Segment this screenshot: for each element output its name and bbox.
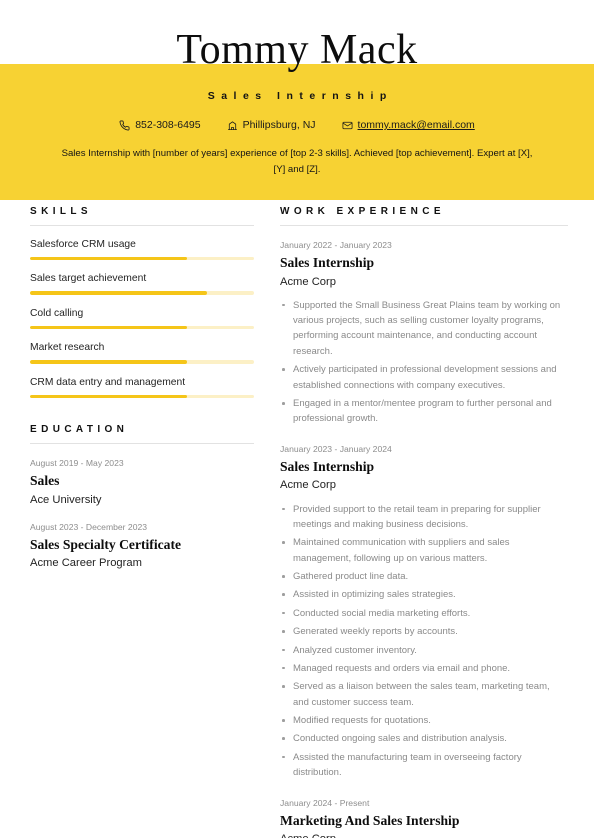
entry-title: Sales [30,472,60,488]
education-heading: EDUCATION [30,424,254,444]
entry-org: Acme Career Program [30,557,142,570]
entry-dates: August 2019 - May 2023 [30,457,124,468]
skills-heading: SKILLS [30,206,254,226]
education-list: August 2019 - May 2023 Sales Ace Universit… [30,444,254,572]
page-title: Tommy Mack [176,27,418,73]
work-bullet: Modified requests for quotations. [280,713,568,728]
work-bullet: Supported the Small Business Great Plain… [280,298,568,360]
entry-dates: January 2023 - January 2024 [280,443,392,454]
skill-item: Market research [30,329,254,364]
skill-item: Salesforce CRM usage [30,226,254,261]
skill-bar-track [30,256,254,261]
skill-bar-fill [30,360,187,364]
work-bullet-list: Supported the Small Business Great Plain… [280,298,568,427]
work-entry: January 2022 - January 2023 Sales Interns… [280,226,568,427]
entry-title: Sales Internship [280,254,375,270]
contact-email-label[interactable]: tommy.mack@email.com [358,119,475,131]
skill-name: Cold calling [30,307,84,319]
education-entry: August 2019 - May 2023 Sales Ace Universit… [30,444,254,508]
header-summary: Sales Internship with [number of years] … [61,148,533,176]
contact-row: 852-308-6495 Phillipsburg, NJ tommy.mack… [0,119,594,131]
entry-org: Acme Corp [280,479,336,492]
left-column: SKILLS Salesforce CRM usage Sales target … [30,206,254,572]
work-bullet: Actively participated in professional de… [280,362,568,393]
education-section: EDUCATION August 2019 - May 2023 Sales Ace… [30,424,254,572]
entry-title: Sales Internship [280,458,375,474]
skill-bar-track [30,325,254,330]
entry-org: Acme Corp [280,275,336,288]
entry-dates: August 2023 - December 2023 [30,521,148,532]
entry-dates: January 2022 - January 2023 [280,239,392,250]
skill-item: CRM data entry and management [30,364,254,398]
contact-location-label: Phillipsburg, NJ [242,119,316,132]
work-bullet: Assisted in optimizing sales strategies. [280,587,568,602]
header-job-title: Sales Internship [207,90,393,103]
work-bullet: Generated weekly reports by accounts. [280,624,568,639]
education-entry: August 2023 - December 2023 Sales Special… [30,508,254,572]
work-entry: January 2024 - Present Marketing And Sale… [280,784,568,838]
entry-org: Acme Corp [280,832,568,838]
skill-bar-track [30,360,254,364]
skill-bar-fill [30,256,187,261]
skills-list: Salesforce CRM usage Sales target achieve… [30,226,254,398]
skill-bar-fill [30,325,187,330]
location-icon [227,120,238,131]
skill-bar-fill [30,394,187,398]
resume-body: SKILLS Salesforce CRM usage Sales target … [0,178,594,838]
work-bullet: Conducted social media marketing efforts… [280,606,568,621]
email-icon [342,120,353,131]
contact-email[interactable]: tommy.mack@email.com [342,119,475,131]
entry-title: Marketing And Sales Intership [280,812,460,828]
work-section: WORK EXPERIENCE January 2022 - January 2… [280,206,568,838]
entry-title: Sales Specialty Certificate [30,536,181,552]
phone-icon [119,120,130,131]
work-bullet: Analyzed customer inventory. [280,643,568,658]
work-bullet: Conducted ongoing sales and distribution… [280,731,568,746]
work-bullet: Served as a liaison between the sales te… [280,679,568,710]
contact-phone-label: 852-308-6495 [135,119,201,132]
work-list: January 2022 - January 2023 Sales Interns… [280,226,568,838]
work-entry: January 2023 - January 2024 Sales Interns… [280,430,568,781]
skill-bar-track [30,291,254,295]
work-bullet: Managed requests and orders via email an… [280,661,568,676]
right-column: WORK EXPERIENCE January 2022 - January 2… [280,206,568,838]
skill-bar-fill [30,291,207,295]
entry-org: Ace University [30,493,102,506]
skill-name: Market research [30,342,105,354]
skill-bar-track [30,394,254,398]
work-bullet: Engaged in a mentor/mentee program to fu… [280,396,568,427]
skill-name: Salesforce CRM usage [30,238,136,250]
resume-page: Tommy Mack Sales Internship 852-308-6495 [0,0,594,838]
skill-item: Sales target achievement [30,260,254,295]
skill-name: Sales target achievement [30,273,147,285]
contact-phone[interactable]: 852-308-6495 [119,119,201,132]
work-heading: WORK EXPERIENCE [280,206,568,226]
entry-dates: January 2024 - Present [280,797,370,808]
skill-item: Cold calling [30,295,254,330]
contact-location: Phillipsburg, NJ [227,119,316,131]
work-bullet: Gathered product line data. [280,569,568,584]
skills-section: SKILLS Salesforce CRM usage Sales target … [30,206,254,398]
resume-header: Tommy Mack Sales Internship 852-308-6495 [0,0,594,200]
work-bullet: Maintained communication with suppliers … [280,535,568,566]
skill-name: CRM data entry and management [30,376,186,388]
work-bullet-list: Provided support to the retail team in p… [280,502,568,781]
work-bullet: Provided support to the retail team in p… [280,502,568,533]
work-bullet: Assisted the manufacturing team in overs… [280,750,568,781]
